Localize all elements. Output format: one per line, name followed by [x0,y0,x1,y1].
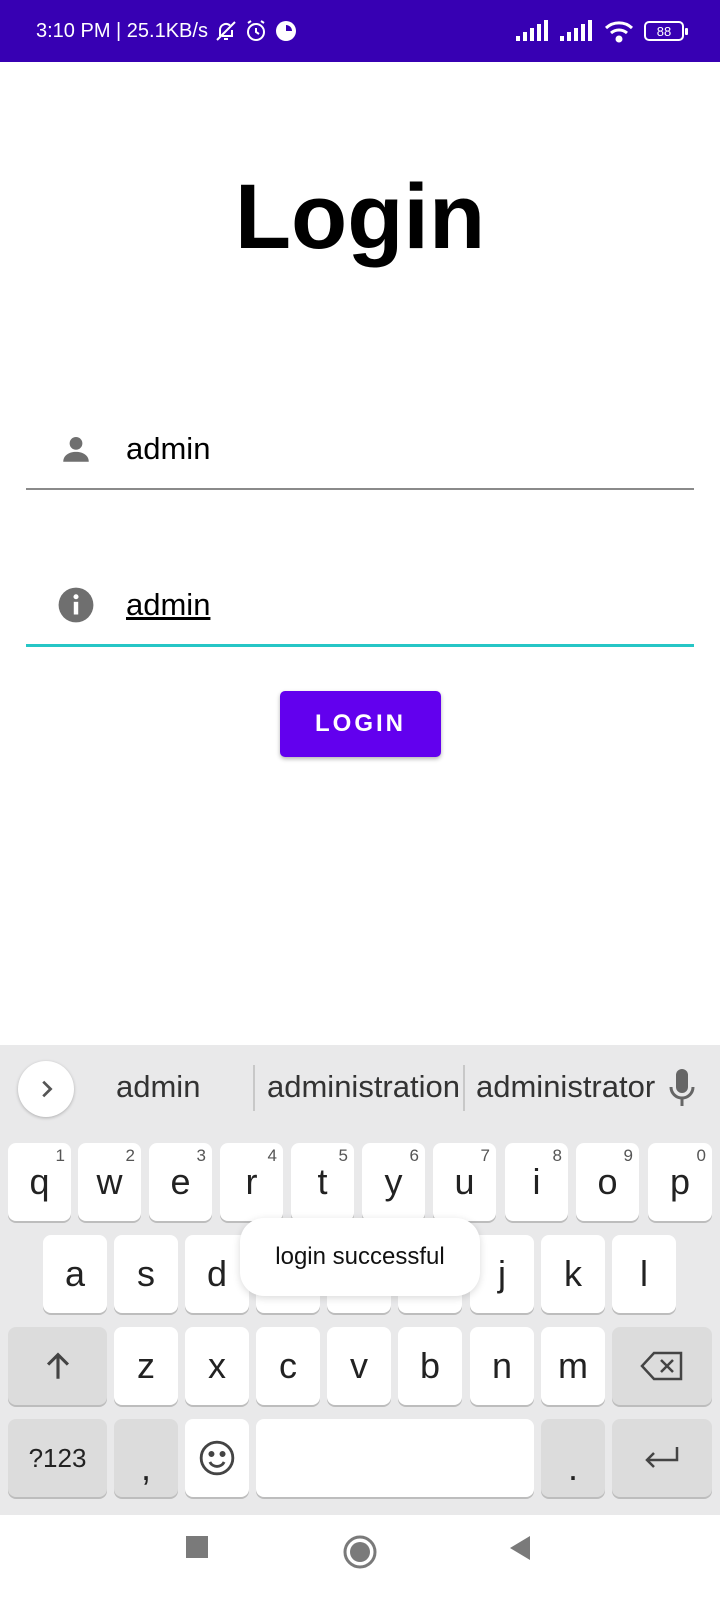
username-input[interactable]: admin [126,431,210,467]
shift-icon [46,1352,69,1379]
key-u[interactable]: u7 [433,1143,496,1221]
key-hint: 6 [409,1146,419,1165]
login-button[interactable]: LOGIN [280,691,441,757]
suggestion-2[interactable]: administration [267,1069,460,1105]
key-i[interactable]: i8 [505,1143,568,1221]
key-label: w [96,1161,123,1202]
key-hint: 9 [623,1146,633,1165]
wifi-icon [604,19,634,43]
key-t[interactable]: t5 [291,1143,354,1221]
person-icon [26,432,126,466]
signal-icon [560,20,594,42]
key-w[interactable]: w2 [78,1143,141,1221]
key-s[interactable]: s [114,1235,178,1313]
suggestion-divider [253,1065,255,1111]
period-key[interactable]: . [541,1419,605,1497]
key-a[interactable]: a [43,1235,107,1313]
space-key[interactable] [256,1419,534,1497]
key-n[interactable]: n [470,1327,534,1405]
recents-icon[interactable] [185,1535,209,1559]
key-label: q [29,1161,50,1202]
key-hint: 1 [55,1146,65,1165]
suggestion-3[interactable]: administrator [476,1069,655,1105]
key-hint: 8 [552,1146,562,1165]
key-z[interactable]: z [114,1327,178,1405]
backspace-icon [640,1351,683,1381]
username-field[interactable]: admin [26,410,694,490]
navigation-bar [0,1515,720,1600]
symbols-key[interactable]: ?123 [8,1419,107,1497]
expand-toolbar-button[interactable] [18,1061,74,1117]
status-left: 3:10 PM | 25.1KB/s [36,19,298,43]
key-c[interactable]: c [256,1327,320,1405]
home-icon[interactable] [343,1535,377,1569]
key-label: r [245,1161,258,1202]
password-input[interactable]: admin [126,587,210,623]
alarm-icon [244,19,268,43]
battery-icon: 88 [644,21,688,41]
key-o[interactable]: o9 [576,1143,639,1221]
key-v[interactable]: v [327,1327,391,1405]
key-p[interactable]: p0 [648,1143,712,1221]
key-label: e [170,1161,191,1202]
info-icon [26,586,126,624]
key-l[interactable]: l [612,1235,676,1313]
toast-message: login successful [240,1218,480,1296]
password-field[interactable]: admin [26,565,694,647]
key-label: y [384,1161,403,1202]
emoji-icon [199,1440,235,1476]
key-r[interactable]: r4 [220,1143,283,1221]
comma-key[interactable]: , [114,1419,178,1497]
key-x[interactable]: x [185,1327,249,1405]
emoji-key[interactable] [185,1419,249,1497]
key-hint: 4 [267,1146,277,1165]
key-q[interactable]: q1 [8,1143,71,1221]
key-hint: 3 [196,1146,206,1165]
key-hint: 0 [696,1146,706,1165]
data-saver-icon [274,19,298,43]
key-label: u [454,1161,475,1202]
enter-icon [645,1447,679,1468]
enter-key[interactable] [612,1419,712,1497]
key-label: o [597,1161,618,1202]
key-e[interactable]: e3 [149,1143,212,1221]
suggestion-1[interactable]: admin [116,1069,200,1105]
key-y[interactable]: y6 [362,1143,425,1221]
shift-key[interactable] [8,1327,107,1405]
key-hint: 7 [480,1146,490,1165]
back-icon[interactable] [508,1535,532,1561]
backspace-key[interactable] [612,1327,712,1405]
status-bar: 3:10 PM | 25.1KB/s 88 [0,0,720,62]
suggestion-bar: admin administration administrator [0,1045,720,1137]
status-right: 88 [516,19,688,43]
key-k[interactable]: k [541,1235,605,1313]
key-label: p [669,1161,691,1202]
status-time-speed: 3:10 PM | 25.1KB/s [36,19,208,42]
key-hint: 5 [338,1146,348,1165]
signal-icon [516,20,550,42]
mic-icon[interactable] [668,1069,696,1114]
key-label: t [317,1161,328,1202]
key-b[interactable]: b [398,1327,462,1405]
suggestion-divider [463,1065,465,1111]
login-screen: 3:10 PM | 25.1KB/s 88 Login admin admin … [0,0,720,1600]
bell-off-icon [214,19,238,43]
key-label: i [532,1161,541,1202]
key-hint: 2 [125,1146,135,1165]
key-m[interactable]: m [541,1327,605,1405]
page-title: Login [234,166,486,268]
